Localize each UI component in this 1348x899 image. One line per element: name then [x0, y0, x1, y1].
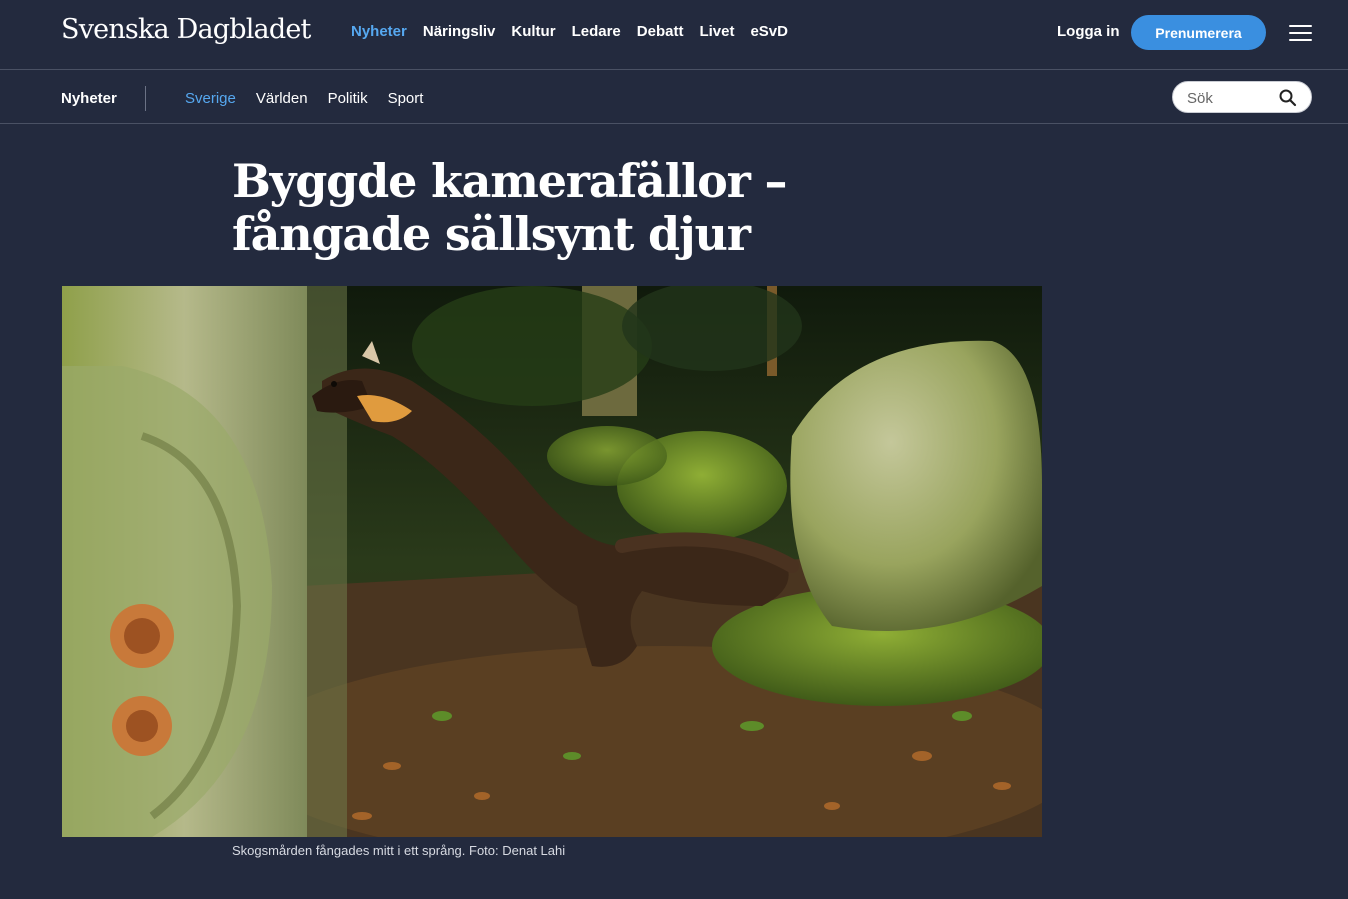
- subnav-item-politik[interactable]: Politik: [328, 90, 368, 107]
- section-title[interactable]: Nyheter: [61, 90, 117, 107]
- nav-item-esvd[interactable]: eSvD: [750, 23, 788, 40]
- image-caption: Skogsmården fångades mitt i ett språng. …: [232, 843, 566, 858]
- site-logo[interactable]: Svenska Dagbladet: [61, 14, 311, 45]
- search-icon[interactable]: [1278, 88, 1298, 108]
- search-input[interactable]: [1187, 88, 1277, 108]
- subnav-item-sverige[interactable]: Sverige: [185, 90, 236, 107]
- hamburger-menu-icon[interactable]: [1289, 24, 1313, 42]
- subnav-item-varlden[interactable]: Världen: [256, 90, 308, 107]
- subnav-divider: [145, 86, 146, 111]
- main-nav: Nyheter Näringsliv Kultur Ledare Debatt …: [351, 23, 788, 40]
- login-link[interactable]: Logga in: [1057, 23, 1120, 40]
- article-image: [62, 286, 1042, 837]
- search-box[interactable]: [1172, 81, 1312, 113]
- article-headline: Byggde kamerafällor – fångade sällsynt d…: [232, 154, 788, 261]
- section-subnav: Nyheter Sverige Världen Politik Sport: [0, 71, 1348, 124]
- nav-item-debatt[interactable]: Debatt: [637, 23, 684, 40]
- nav-item-nyheter[interactable]: Nyheter: [351, 23, 407, 40]
- subnav-item-sport[interactable]: Sport: [388, 90, 424, 107]
- nav-item-livet[interactable]: Livet: [699, 23, 734, 40]
- subscribe-button[interactable]: Prenumerera: [1131, 15, 1266, 50]
- site-header: Svenska Dagbladet Nyheter Näringsliv Kul…: [0, 0, 1348, 70]
- nav-item-ledare[interactable]: Ledare: [572, 23, 621, 40]
- nav-item-naringsliv[interactable]: Näringsliv: [423, 23, 496, 40]
- subnav-links: Sverige Världen Politik Sport: [185, 90, 423, 107]
- nav-item-kultur[interactable]: Kultur: [511, 23, 555, 40]
